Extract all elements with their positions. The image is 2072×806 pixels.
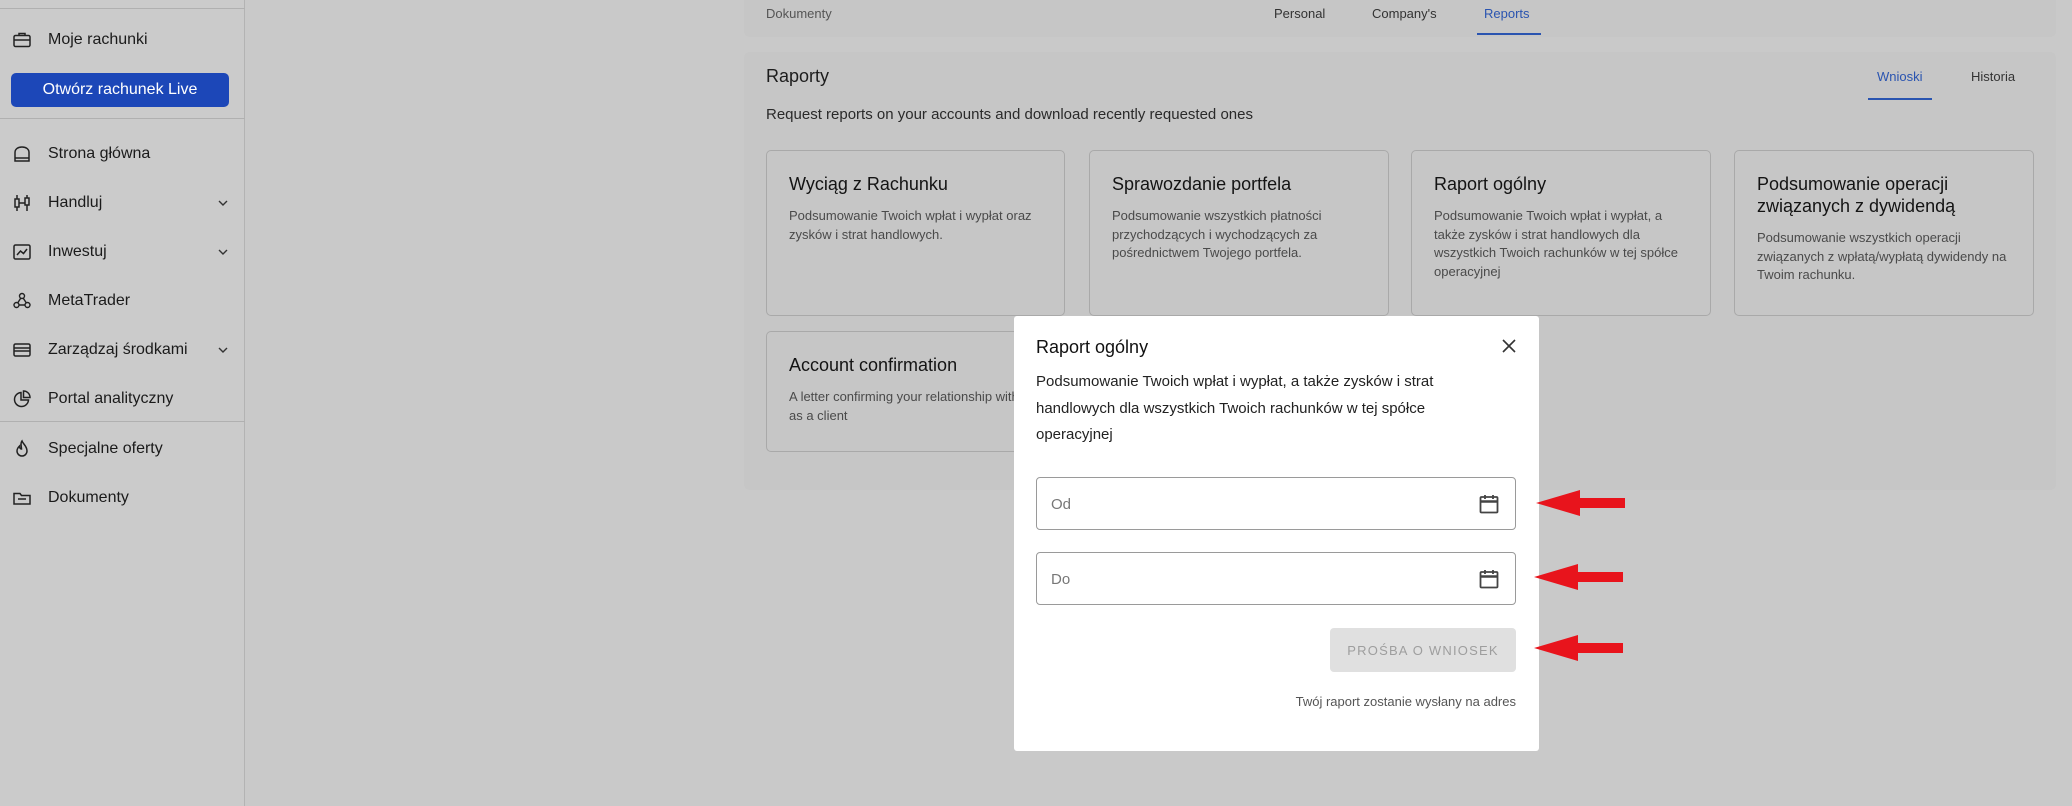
tab-historia[interactable]: Historia — [1971, 69, 2015, 84]
sidebar-item-label: MetaTrader — [48, 292, 131, 309]
sidebar-item-label: Handluj — [48, 194, 103, 211]
breadcrumb[interactable]: Dokumenty — [766, 6, 832, 21]
tab-active-indicator — [1868, 98, 1932, 100]
card-description: Podsumowanie Twoich wpłat i wypłat, a ta… — [1434, 208, 1678, 279]
briefcase-icon — [11, 29, 33, 51]
report-card-dywidenda[interactable]: Podsumowanie operacji związanych z dywid… — [1734, 150, 2034, 316]
sidebar-item-label: Moje rachunki — [48, 31, 148, 48]
sidebar-divider — [0, 8, 245, 9]
calendar-icon[interactable] — [1477, 567, 1501, 591]
pie-chart-icon — [11, 388, 33, 410]
sidebar-item-handluj[interactable]: Handluj — [0, 183, 245, 223]
chart-line-icon — [11, 241, 33, 263]
metatrader-icon — [11, 290, 33, 312]
open-live-account-button[interactable]: Otwórz rachunek Live — [11, 73, 229, 107]
date-from-field[interactable] — [1036, 477, 1516, 530]
dialog-title: Raport ogólny — [1036, 337, 1149, 357]
tab-active-indicator — [1477, 33, 1541, 35]
sidebar-item-label: Portal analityczny — [48, 390, 174, 407]
request-report-button[interactable]: PROŚBA O WNIOSEK — [1330, 628, 1516, 672]
sidebar-item-moje-rachunki[interactable]: Moje rachunki — [0, 20, 245, 60]
sidebar-item-label: Specjalne oferty — [48, 440, 163, 457]
sidebar-item-specjalne-oferty[interactable]: Specjalne oferty — [0, 429, 245, 469]
report-request-dialog: Raport ogólny Podsumowanie Twoich wpłat … — [1014, 316, 1539, 751]
sidebar-item-portal-analityczny[interactable]: Portal analityczny — [0, 379, 245, 419]
date-from-input[interactable] — [1051, 492, 1451, 516]
tab-wnioski[interactable]: Wnioski — [1877, 69, 1923, 84]
sidebar-item-zarzadzaj-srodkami[interactable]: Zarządzaj środkami — [0, 330, 245, 370]
sidebar-item-strona-glowna[interactable]: Strona główna — [0, 134, 245, 174]
chevron-down-icon[interactable] — [215, 342, 231, 358]
chevron-down-icon[interactable] — [215, 244, 231, 260]
card-title: Wyciąg z Rachunku — [789, 174, 948, 194]
card-description: A letter confirming your relationship wi… — [789, 389, 1037, 423]
sidebar-divider — [0, 421, 245, 422]
annotation-arrow-icon — [1534, 564, 1623, 590]
sidebar-divider — [0, 118, 245, 119]
chevron-down-icon[interactable] — [215, 195, 231, 211]
wallet-icon — [11, 339, 33, 361]
page-title: Raporty — [766, 66, 830, 86]
card-description: Podsumowanie wszystkich płatności przych… — [1112, 208, 1322, 260]
page-subtitle: Request reports on your accounts and dow… — [766, 106, 1253, 123]
dialog-description: Podsumowanie Twoich wpłat i wypłat, a ta… — [1036, 373, 1434, 443]
card-title: Sprawozdanie portfela — [1112, 174, 1292, 194]
report-card-wyciag[interactable]: Wyciąg z Rachunku Podsumowanie Twoich wp… — [766, 150, 1065, 316]
close-icon[interactable] — [1499, 336, 1519, 356]
card-title: Account confirmation — [789, 355, 958, 375]
calendar-icon[interactable] — [1477, 492, 1501, 516]
tab-reports[interactable]: Reports — [1484, 6, 1530, 21]
folder-icon — [11, 487, 33, 509]
card-title: Raport ogólny — [1434, 174, 1547, 194]
dialog-footer-note: Twój raport zostanie wysłany na adres — [1295, 694, 1516, 709]
sidebar-item-inwestuj[interactable]: Inwestuj — [0, 232, 245, 272]
report-card-sprawozdanie[interactable]: Sprawozdanie portfela Podsumowanie wszys… — [1089, 150, 1389, 316]
report-card-raport-ogolny[interactable]: Raport ogólny Podsumowanie Twoich wpłat … — [1411, 150, 1711, 316]
date-to-field[interactable] — [1036, 552, 1516, 605]
sidebar-item-dokumenty[interactable]: Dokumenty — [0, 478, 245, 518]
sidebar-item-label: Inwestuj — [48, 243, 107, 260]
home-icon — [11, 143, 33, 165]
sidebar-item-label: Dokumenty — [48, 489, 129, 506]
sidebar-item-metatrader[interactable]: MetaTrader — [0, 281, 245, 321]
flame-icon — [11, 438, 33, 460]
annotation-arrow-icon — [1536, 490, 1625, 516]
documents-tabs-bar: Dokumenty Personal Company's Reports — [744, 0, 2056, 37]
annotation-arrow-icon — [1534, 635, 1623, 661]
card-description: Podsumowanie Twoich wpłat i wypłat oraz … — [789, 208, 1032, 242]
card-title: Podsumowanie operacji związanych z dywid… — [1757, 174, 1956, 216]
sidebar-item-label: Strona główna — [48, 145, 151, 162]
sidebar-item-label: Zarządzaj środkami — [48, 341, 188, 358]
card-description: Podsumowanie wszystkich operacji związan… — [1757, 230, 2007, 282]
date-to-input[interactable] — [1051, 567, 1451, 591]
tab-personal[interactable]: Personal — [1274, 6, 1325, 21]
sidebar: Moje rachunki Otwórz rachunek Live Stron… — [0, 0, 245, 806]
tab-companys[interactable]: Company's — [1372, 6, 1437, 21]
candlestick-icon — [11, 192, 33, 214]
